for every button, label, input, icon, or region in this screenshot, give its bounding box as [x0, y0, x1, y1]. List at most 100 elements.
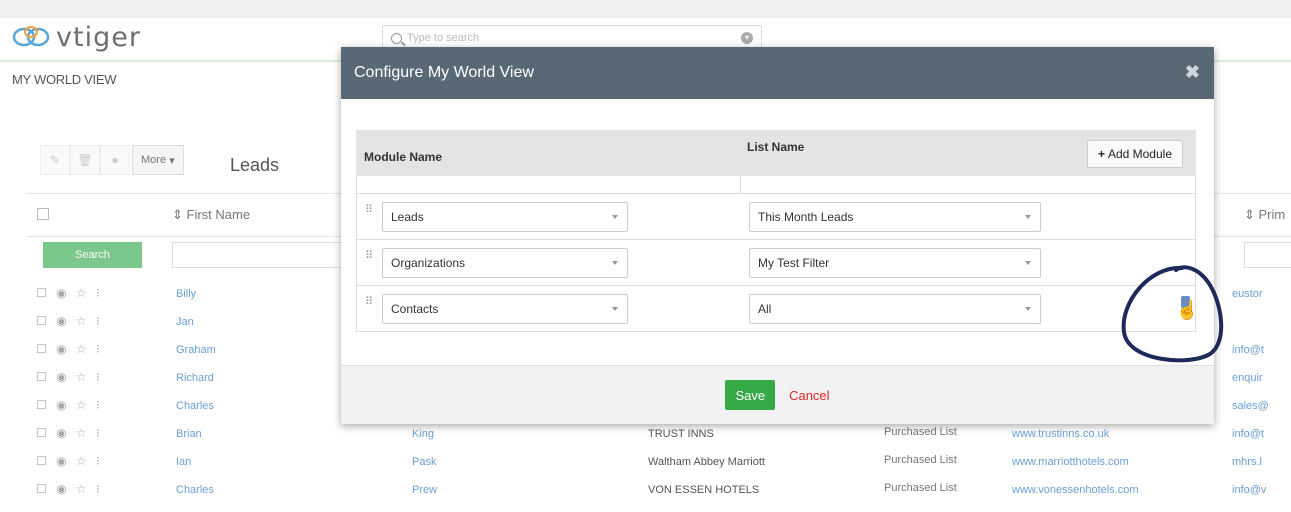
delete-icon[interactable]: 🗑: [70, 145, 100, 175]
company-cell: TRUST INNS: [648, 428, 714, 440]
lead-source-cell: Purchased List: [884, 482, 957, 494]
chevron-down-icon: [612, 261, 618, 265]
module-rows: ⠿ Leads This Month Leads ⠿ Organizations My T…: [356, 194, 1196, 332]
row-actions-icons[interactable]: ☐ ◉ ☆ ⁝: [36, 314, 103, 328]
row-actions-icons[interactable]: ☐ ◉ ☆ ⁝: [36, 286, 103, 300]
more-button[interactable]: More ▾: [132, 145, 184, 175]
first-name-cell[interactable]: Brian: [176, 428, 202, 440]
company-cell: VON ESSEN HOTELS: [648, 484, 760, 496]
email-cell[interactable]: enquir: [1232, 372, 1263, 384]
list-value: My Test Filter: [758, 256, 830, 270]
search-placeholder: Type to search: [407, 32, 480, 44]
module-config-row: ⠿ Leads This Month Leads: [356, 194, 1196, 240]
modal-header: Configure My World View ✖: [341, 47, 1214, 99]
cancel-button[interactable]: Cancel: [789, 388, 829, 403]
module-value: Contacts: [391, 302, 439, 316]
plus-icon: +: [1097, 147, 1105, 161]
top-strip: [0, 0, 1291, 18]
company-cell: Waltham Abbey Marriott: [648, 456, 765, 468]
module-name-header: Module Name: [364, 150, 443, 164]
add-module-button[interactable]: + Add Module: [1086, 140, 1183, 168]
module-table-header: Module Name List Name + Add Module: [356, 130, 1196, 176]
lead-source-cell: Purchased List: [884, 454, 957, 466]
module-select[interactable]: Organizations: [382, 248, 628, 278]
primary-label: Prim: [1258, 207, 1286, 222]
list-value: All: [758, 302, 772, 316]
column-header-first-name[interactable]: ⇕ First Name: [172, 207, 250, 223]
email-cell[interactable]: sales@: [1232, 400, 1269, 412]
add-module-label: Add Module: [1107, 147, 1172, 161]
first-name-cell[interactable]: Billy: [176, 288, 196, 300]
search-button[interactable]: Search: [43, 242, 142, 268]
first-name-cell[interactable]: Charles: [176, 484, 214, 496]
first-name-filter-input[interactable]: [172, 242, 342, 268]
lead-source-cell: Purchased List: [884, 426, 957, 438]
table-row[interactable]: ☐ ◉ ☆ ⁝ Ian Pask Waltham Abbey Marriott Purc…: [26, 448, 1291, 476]
brand-name: vtiger: [56, 21, 141, 53]
module-config-row: ⠿ Organizations My Test Filter: [356, 240, 1196, 286]
module-title: Leads: [230, 155, 280, 175]
list-select[interactable]: My Test Filter: [749, 248, 1041, 278]
module-config-row: ⠿ Contacts All: [356, 286, 1196, 332]
hand-cursor-icon: ☝: [1176, 300, 1199, 320]
website-cell[interactable]: www.trustinns.co.uk: [1012, 428, 1109, 440]
row-actions-icons[interactable]: ☐ ◉ ☆ ⁝: [36, 370, 103, 384]
email-cell[interactable]: info@t: [1232, 428, 1264, 440]
list-select[interactable]: All: [749, 294, 1041, 324]
module-config-table: Module Name List Name + Add Module ⠿ Lead…: [356, 130, 1196, 332]
last-name-cell[interactable]: Pask: [412, 456, 436, 468]
chevron-down-icon: [1025, 261, 1031, 265]
chevron-down-icon: [612, 215, 618, 219]
chevron-down-icon: [1025, 215, 1031, 219]
spacer-row: [356, 176, 1196, 194]
last-name-cell[interactable]: King: [412, 428, 434, 440]
vtiger-logo[interactable]: vtiger: [12, 20, 141, 54]
chevron-down-icon: [1025, 307, 1031, 311]
drag-handle-icon[interactable]: ⠿: [365, 251, 373, 262]
list-value: This Month Leads: [758, 210, 854, 224]
more-label: More: [141, 154, 167, 166]
first-name-cell[interactable]: Graham: [176, 344, 216, 356]
drag-handle-icon[interactable]: ⠿: [365, 297, 373, 308]
row-actions-icons[interactable]: ☐ ◉ ☆ ⁝: [36, 454, 103, 468]
email-cell[interactable]: info@v: [1232, 484, 1266, 496]
first-name-cell[interactable]: Richard: [176, 372, 214, 384]
module-select[interactable]: Leads: [382, 202, 628, 232]
close-icon[interactable]: ✖: [1185, 62, 1200, 83]
modal-footer: Save Cancel: [341, 365, 1214, 424]
table-row[interactable]: ☐ ◉ ☆ ⁝ Charles Prew VON ESSEN HOTELS Purcha…: [26, 476, 1291, 504]
table-row[interactable]: ☐ ◉ ☆ ⁝ Brian King TRUST INNS Purchased List…: [26, 420, 1291, 448]
search-dropdown-icon[interactable]: ▾: [741, 32, 753, 44]
comment-icon[interactable]: ●: [100, 145, 130, 175]
module-value: Leads: [391, 210, 424, 224]
first-name-cell[interactable]: Charles: [176, 400, 214, 412]
column-header-primary[interactable]: ⇕ Prim: [1244, 207, 1285, 223]
website-cell[interactable]: www.vonessenhotels.com: [1012, 484, 1139, 496]
modal-title: Configure My World View: [354, 64, 534, 81]
module-select[interactable]: Contacts: [382, 294, 628, 324]
page-title: MY WORLD VIEW: [12, 72, 117, 87]
edit-icon[interactable]: ✎: [40, 145, 70, 175]
row-actions-icons[interactable]: ☐ ◉ ☆ ⁝: [36, 342, 103, 356]
select-all-checkbox[interactable]: [37, 208, 49, 220]
first-name-cell[interactable]: Jan: [176, 316, 194, 328]
list-select[interactable]: This Month Leads: [749, 202, 1041, 232]
row-actions-icons[interactable]: ☐ ◉ ☆ ⁝: [36, 426, 103, 440]
first-name-cell[interactable]: Ian: [176, 456, 191, 468]
primary-filter-input[interactable]: [1244, 242, 1291, 268]
configure-world-view-modal: Configure My World View ✖ Module Name Li…: [341, 47, 1214, 424]
drag-handle-icon[interactable]: ⠿: [365, 205, 373, 216]
module-value: Organizations: [391, 256, 466, 270]
last-name-cell[interactable]: Prew: [412, 484, 437, 496]
list-toolbar: ✎ 🗑 ● More ▾: [40, 145, 184, 175]
email-cell[interactable]: eustor: [1232, 288, 1263, 300]
email-cell[interactable]: info@t: [1232, 344, 1264, 356]
row-actions-icons[interactable]: ☐ ◉ ☆ ⁝: [36, 398, 103, 412]
first-name-label: First Name: [186, 207, 251, 222]
save-button[interactable]: Save: [725, 380, 776, 410]
website-cell[interactable]: www.marriotthotels.com: [1012, 456, 1129, 468]
vtiger-logo-icon: [12, 26, 50, 47]
list-name-header: List Name: [747, 140, 805, 154]
email-cell[interactable]: mhrs.l: [1232, 456, 1262, 468]
row-actions-icons[interactable]: ☐ ◉ ☆ ⁝: [36, 482, 103, 496]
